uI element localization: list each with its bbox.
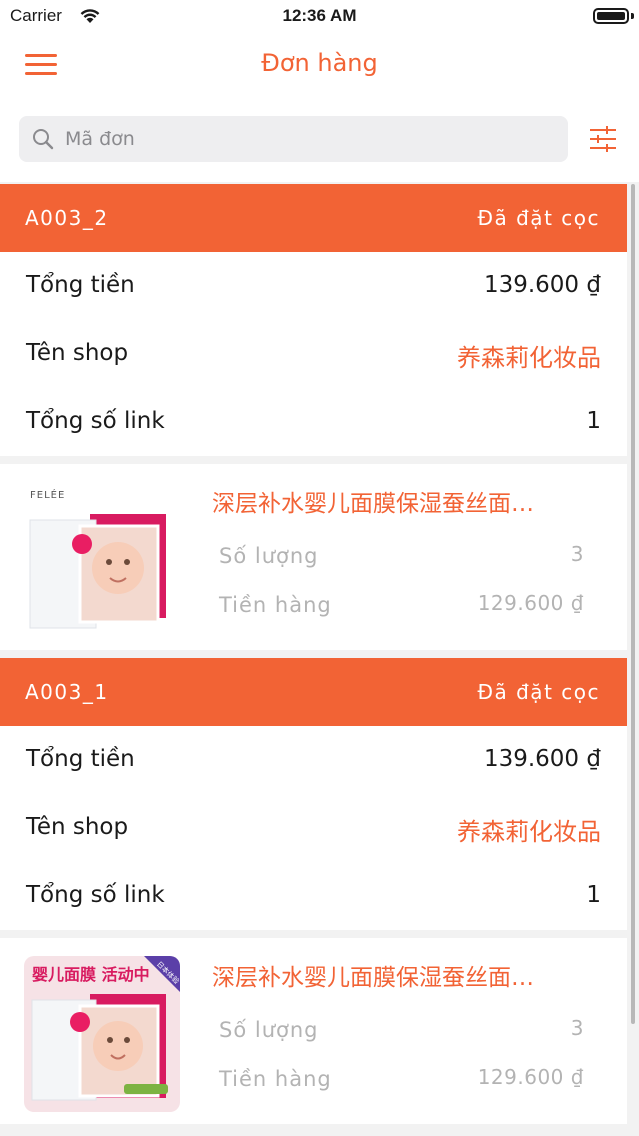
page-title: Đơn hàng <box>261 49 378 77</box>
quantity-label: Số lượng <box>219 544 319 568</box>
order-card[interactable]: A003_1 Đã đặt cọc Tổng tiền 139.600 ₫ Tê… <box>0 658 627 930</box>
order-header[interactable]: A003_1 Đã đặt cọc <box>0 658 627 726</box>
links-row: Tổng số link 1 <box>0 388 627 456</box>
shop-label: Tên shop <box>26 814 129 840</box>
total-value: 139.600 ₫ <box>483 272 601 298</box>
shop-row: Tên shop 养森莉化妆品 <box>0 320 627 388</box>
product-name[interactable]: 深层补水婴儿面膜保湿蚕丝面… <box>212 484 602 518</box>
battery-tip <box>631 13 634 19</box>
order-code: A003_2 <box>25 206 109 230</box>
order-status: Đã đặt cọc <box>477 680 600 704</box>
status-time: 12:36 AM <box>282 6 357 25</box>
total-row: Tổng tiền 139.600 ₫ <box>0 252 627 320</box>
order-card[interactable]: A003_2 Đã đặt cọc Tổng tiền 139.600 ₫ Tê… <box>0 184 627 456</box>
shop-value[interactable]: 养森莉化妆品 <box>457 812 601 847</box>
battery-icon <box>593 8 629 24</box>
order-list[interactable]: A003_2 Đã đặt cọc Tổng tiền 139.600 ₫ Tê… <box>0 182 639 1136</box>
links-row: Tổng số link 1 <box>0 862 627 930</box>
order-info: Tổng tiền 139.600 ₫ Tên shop 养森莉化妆品 Tổng… <box>0 252 627 456</box>
amount-value: 129.600 ₫ <box>477 1065 584 1089</box>
product-thumbnail: FELÉE <box>24 482 180 638</box>
total-label: Tổng tiền <box>26 272 135 298</box>
nav-bar: Đơn hàng <box>0 34 639 98</box>
order-code: A003_1 <box>25 680 109 704</box>
shop-value[interactable]: 养森莉化妆品 <box>457 338 601 373</box>
quantity-value: 3 <box>570 1016 584 1040</box>
filter-icon[interactable] <box>588 126 618 152</box>
search-input[interactable] <box>65 116 545 162</box>
status-bar: Carrier 12:36 AM <box>0 0 639 34</box>
order-status: Đã đặt cọc <box>477 206 600 230</box>
product-thumbnail: 婴儿面膜 活动中 日本体验 <box>24 956 180 1112</box>
links-value: 1 <box>586 408 601 434</box>
amount-label: Tiền hàng <box>219 1067 332 1091</box>
product-image: FELÉE <box>24 482 180 638</box>
total-value: 139.600 ₫ <box>483 746 601 772</box>
quantity-value: 3 <box>570 542 584 566</box>
search-box[interactable] <box>19 116 568 162</box>
product-item[interactable]: 婴儿面膜 活动中 日本体验 深层补水婴儿面膜保湿蚕丝面… Số lượng 3 … <box>0 938 627 1124</box>
amount-value: 129.600 ₫ <box>477 591 584 615</box>
order-header[interactable]: A003_2 Đã đặt cọc <box>0 184 627 252</box>
links-label: Tổng số link <box>26 408 165 434</box>
thumb-banner-text: 婴儿面膜 活动中 <box>32 965 150 984</box>
total-label: Tổng tiền <box>26 746 135 772</box>
shop-row: Tên shop 养森莉化妆品 <box>0 794 627 862</box>
shop-label: Tên shop <box>26 340 129 366</box>
total-row: Tổng tiền 139.600 ₫ <box>0 726 627 794</box>
product-item[interactable]: FELÉE 深层补水婴儿面膜保湿蚕丝面… Số lượng 3 Tiền hàn… <box>0 464 627 650</box>
search-icon <box>33 129 54 150</box>
order-info: Tổng tiền 139.600 ₫ Tên shop 养森莉化妆品 Tổng… <box>0 726 627 930</box>
product-brand: FELÉE <box>30 488 65 501</box>
scrollbar[interactable] <box>631 184 635 1024</box>
amount-label: Tiền hàng <box>219 593 332 617</box>
quantity-label: Số lượng <box>219 1018 319 1042</box>
product-image: 婴儿面膜 活动中 日本体验 <box>24 956 180 1112</box>
links-label: Tổng số link <box>26 882 165 908</box>
product-name[interactable]: 深层补水婴儿面膜保湿蚕丝面… <box>212 958 602 992</box>
search-row <box>0 116 639 164</box>
links-value: 1 <box>586 882 601 908</box>
